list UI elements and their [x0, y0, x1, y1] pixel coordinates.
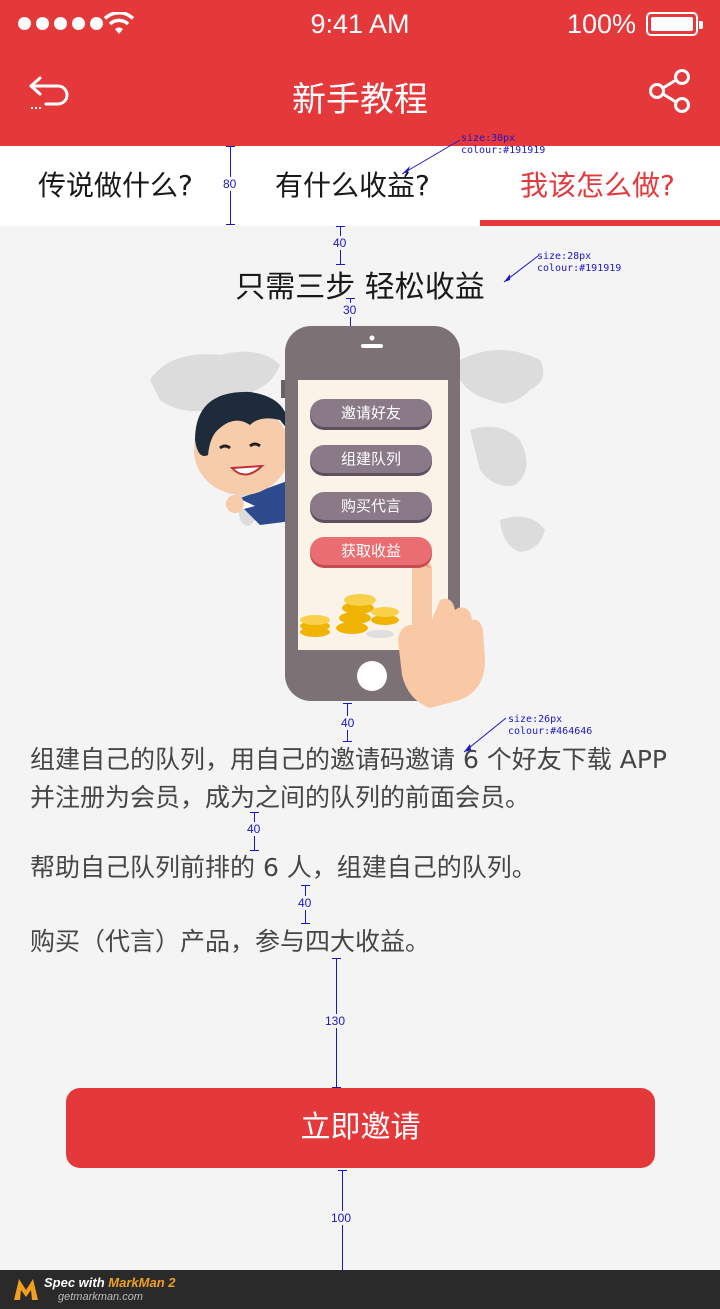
buy-endorsement-step: 购买代言	[310, 492, 432, 520]
tab-what-to-do[interactable]: 传说做什么?	[38, 146, 193, 226]
active-tab-indicator	[480, 220, 720, 226]
invite-friends-step: 邀请好友	[310, 399, 432, 427]
description-para-3: 购买（代言）产品，参与四大收益。	[30, 927, 431, 956]
dimension-cap	[226, 146, 235, 147]
spec-size: size:30px	[461, 133, 516, 144]
dimension-cap	[343, 703, 352, 704]
spec-annotation-heading: size:28px colour:#191919	[537, 251, 621, 275]
page-title: 新手教程	[292, 80, 428, 120]
dimension-label: 40	[341, 716, 355, 730]
spec-colour: colour:#191919	[537, 263, 622, 274]
dimension-label: 40	[298, 896, 312, 910]
dimension-cap	[250, 812, 259, 813]
footer-brand: MarkMan 2	[108, 1275, 176, 1290]
spec-annotation-desc: size:26px colour:#464646	[508, 714, 592, 738]
dimension-cap	[226, 224, 235, 225]
dimension-label: 30	[343, 303, 357, 317]
dimension-cap	[336, 226, 345, 227]
dimension-label: 40	[247, 822, 261, 836]
dimension-label: 130	[325, 1014, 346, 1028]
description-para-1: 组建自己的队列，用自己的邀请码邀请 6 个好友下载 APP 并注册为会员，成为之…	[30, 741, 667, 817]
cartoon-man	[194, 391, 300, 525]
description-line: 并注册为会员，成为之间的队列的前面会员。	[30, 783, 531, 812]
get-earnings-step: 获取收益	[310, 537, 432, 565]
battery-percent: 100%	[566, 9, 636, 39]
share-icon[interactable]	[648, 68, 692, 114]
footer-site: getmarkman.com	[58, 1291, 143, 1303]
spec-size: size:28px	[537, 251, 592, 262]
build-queue-step: 组建队列	[310, 445, 432, 473]
footer-spec-prefix: Spec with	[44, 1275, 109, 1290]
dimension-cap	[338, 1170, 347, 1171]
spec-pointer-line	[503, 255, 539, 283]
footer-spec-text: Spec with MarkMan 2	[44, 1275, 176, 1290]
dimension-cap	[346, 298, 355, 299]
spec-colour: colour:#191919	[461, 145, 546, 156]
dimension-label: 40	[333, 236, 347, 250]
tab-bar: 传说做什么? 有什么收益? 我该怎么做?	[0, 146, 720, 226]
header-bar: 9:41 AM 100% 新手教程	[0, 0, 720, 146]
spec-pointer-line	[401, 139, 461, 175]
spec-annotation-tab: size:30px colour:#191919	[461, 133, 545, 157]
dimension-cap	[332, 958, 341, 959]
spec-size: size:26px	[508, 714, 563, 725]
markman-logo-icon	[14, 1279, 38, 1300]
status-bar: 9:41 AM 100%	[0, 0, 720, 48]
spec-colour: colour:#464646	[508, 726, 593, 737]
invite-now-button[interactable]: 立即邀请	[66, 1088, 655, 1168]
dimension-label: 100	[331, 1211, 352, 1225]
tab-how-to-do[interactable]: 我该怎么做?	[520, 146, 675, 226]
dimension-cap	[301, 885, 310, 886]
dimension-label: 80	[223, 177, 237, 191]
battery-icon	[646, 12, 703, 36]
description-para-2: 帮助自己队列前排的 6 人，组建自己的队列。	[30, 853, 537, 882]
description-line: 组建自己的队列，用自己的邀请码邀请 6 个好友下载 APP	[30, 745, 668, 774]
markman-footer: Spec with MarkMan 2 getmarkman.com	[0, 1270, 720, 1309]
